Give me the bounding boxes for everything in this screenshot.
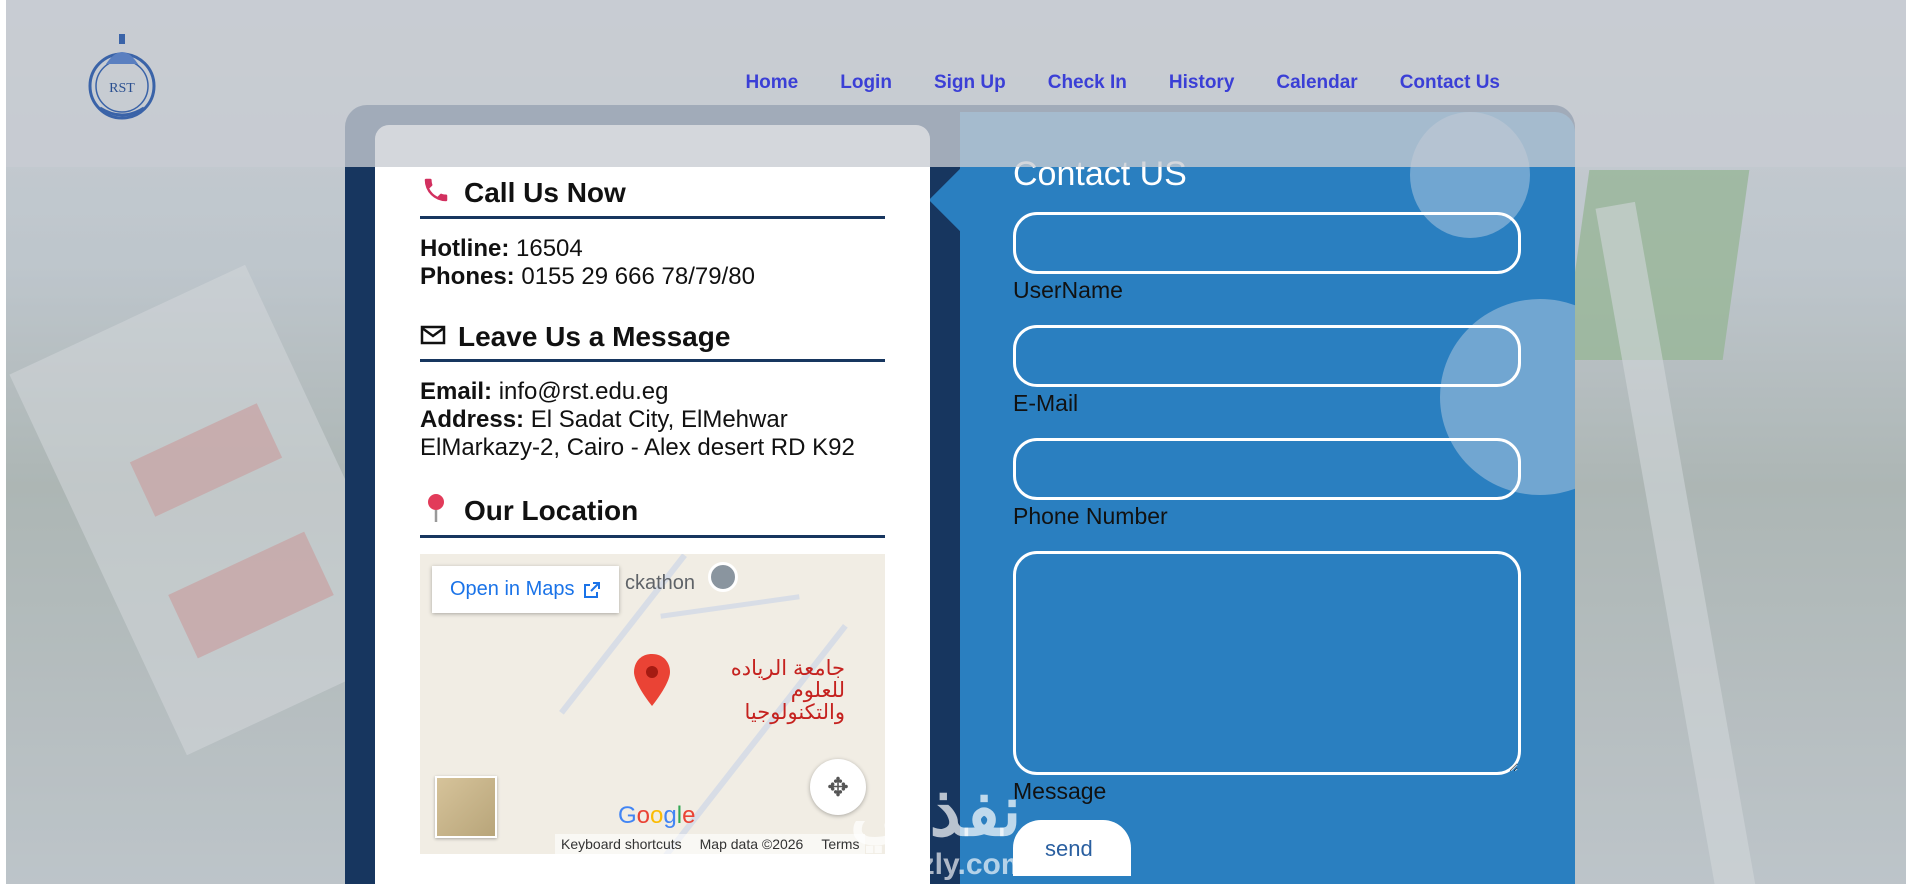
map-place-label: ckathon <box>625 572 696 594</box>
map-university-label: جامعة الرياده للعلوم والتكنولوجيا <box>675 658 845 724</box>
main-nav: Home Login Sign Up Check In History Cale… <box>703 72 1500 94</box>
location-section-header: Our Location <box>420 492 885 538</box>
email-field-label: E-Mail <box>1013 390 1079 416</box>
nav-contact-us[interactable]: Contact Us <box>1400 72 1500 94</box>
email-input[interactable] <box>1013 325 1521 387</box>
envelope-icon <box>420 324 446 351</box>
username-label: UserName <box>1013 277 1123 303</box>
address-label: Address: <box>420 406 525 433</box>
call-title: Call Us Now <box>464 176 626 208</box>
contact-info-panel: Call Us Now Hotline: 16504 Phones: 0155 … <box>375 125 930 884</box>
university-logo[interactable]: RST <box>86 30 158 126</box>
phone-label: Phone Number <box>1013 503 1168 529</box>
watermark-url: nafezly.com <box>858 848 1028 881</box>
nav-calendar[interactable]: Calendar <box>1276 72 1357 94</box>
hotline-label: Hotline: <box>420 235 510 262</box>
contact-form: Contact US UserName E-Mail Phone Number … <box>1013 155 1523 876</box>
call-section-header: Call Us Now <box>420 175 885 219</box>
map-red-pin-icon[interactable] <box>632 652 672 708</box>
phones-value: 0155 29 666 78/79/80 <box>521 263 755 290</box>
send-button[interactable]: send <box>1013 820 1131 876</box>
hotline-value: 16504 <box>516 235 583 262</box>
message-details: Email: info@rst.edu.eg Address: El Sadat… <box>420 378 885 462</box>
location-title: Our Location <box>464 494 639 526</box>
map-data-text: Map data ©2026 <box>699 836 804 852</box>
message-textarea[interactable] <box>1013 551 1521 775</box>
nav-check-in[interactable]: Check In <box>1048 72 1127 94</box>
phone-input[interactable] <box>1013 438 1521 500</box>
message-label: Message <box>1013 778 1107 804</box>
site-header: RST Home Login Sign Up Check In History … <box>6 0 1906 167</box>
satellite-toggle-button[interactable] <box>435 776 497 838</box>
nav-sign-up[interactable]: Sign Up <box>934 72 1006 94</box>
open-in-maps-button[interactable]: Open in Maps <box>432 566 619 613</box>
map-university-label-line2: والتكنولوجيا <box>744 701 845 724</box>
username-input[interactable] <box>1013 212 1521 274</box>
pushpin-icon <box>420 492 452 529</box>
message-section-header: Leave Us a Message <box>420 321 885 362</box>
map-grey-pin-icon[interactable] <box>708 562 738 592</box>
external-link-icon <box>583 581 600 598</box>
phones-label: Phones: <box>420 263 515 290</box>
phone-icon <box>420 175 452 210</box>
keyboard-shortcuts-link[interactable]: Keyboard shortcuts <box>561 836 682 852</box>
nav-home[interactable]: Home <box>745 72 798 94</box>
embedded-map[interactable]: ckathon Open in Maps جامعة الرياده للعلو… <box>420 554 885 854</box>
email-value[interactable]: info@rst.edu.eg <box>499 378 669 405</box>
map-road <box>660 594 800 619</box>
call-details: Hotline: 16504 Phones: 0155 29 666 78/79… <box>420 235 885 291</box>
map-footer: Keyboard shortcuts Map data ©2026 Terms <box>555 834 866 854</box>
map-university-label-line1: جامعة الرياده للعلوم <box>730 657 845 702</box>
nav-login[interactable]: Login <box>840 72 892 94</box>
watermark: نفذلي <box>850 772 1022 850</box>
email-label: Email: <box>420 378 493 405</box>
nav-history[interactable]: History <box>1169 72 1234 94</box>
open-in-maps-label: Open in Maps <box>450 578 575 600</box>
message-title: Leave Us a Message <box>458 321 731 352</box>
logo-text: RST <box>109 81 135 96</box>
google-logo: Google <box>618 802 696 829</box>
